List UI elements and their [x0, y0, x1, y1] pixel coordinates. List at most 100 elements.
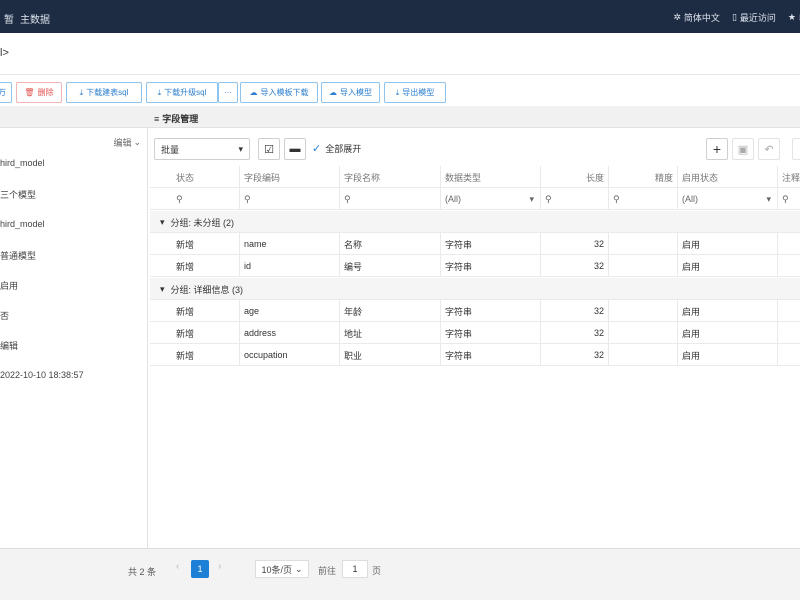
model-flag-value: 否 — [0, 311, 10, 321]
extra-button[interactable] — [792, 138, 800, 160]
filter-status[interactable]: ⚲ — [150, 188, 240, 210]
cell-comment[interactable] — [778, 233, 800, 255]
goto-page-input[interactable]: 1 — [342, 560, 368, 578]
filter-type[interactable]: (All) ▾ — [441, 188, 541, 210]
model-code-value: hird_model — [0, 158, 45, 168]
download-upgrade-sql-label: 下载升级sql — [164, 88, 207, 97]
cell-type[interactable]: 字符串 — [441, 344, 541, 366]
filter-name[interactable]: ⚲ — [340, 188, 441, 210]
header-status[interactable]: 状态 — [150, 166, 240, 188]
cell-code[interactable]: address — [240, 322, 340, 344]
cell-comment[interactable] — [778, 322, 800, 344]
table-row[interactable]: 新增 age 年龄 字符串 32 启用 — [150, 300, 800, 322]
cell-length[interactable]: 32 — [541, 300, 609, 322]
breadcrumb: l> — [0, 33, 800, 75]
cell-type[interactable]: 字符串 — [441, 300, 541, 322]
cell-enabled[interactable]: 启用 — [678, 344, 778, 366]
download-table-sql-button[interactable]: ⤓ 下载建表sql — [66, 82, 142, 103]
cell-code[interactable]: age — [240, 300, 340, 322]
recent-visits[interactable]: ▯ 最近访问 — [732, 11, 776, 24]
open-folder-button[interactable]: ▬ — [284, 138, 306, 160]
grid-toolbar: 批量 ▾ ☑ ▬ ✓ 全部展开 + ▣ ↶ — [150, 136, 800, 162]
add-row-button[interactable]: + — [706, 138, 728, 160]
prev-page-icon[interactable]: ‹ — [176, 561, 179, 572]
group-row[interactable]: ▾ 分组: 详细信息 (3) — [150, 278, 800, 300]
breadcrumb-text: l> — [0, 47, 9, 59]
import-model-label: 导入模型 — [340, 88, 372, 97]
cell-precision[interactable] — [609, 233, 678, 255]
cell-comment[interactable] — [778, 255, 800, 277]
filter-precision[interactable]: ⚲ — [609, 188, 678, 210]
language-switch[interactable]: ✲ 简体中文 — [673, 11, 720, 24]
cell-length[interactable]: 32 — [541, 233, 609, 255]
undo-button[interactable]: ↶ — [758, 138, 780, 160]
filter-enabled[interactable]: (All) ▾ — [678, 188, 778, 210]
header-precision[interactable]: 精度 — [609, 166, 678, 188]
import-template-download-button[interactable]: ☁ 导入模板下载 — [240, 82, 318, 103]
download-upgrade-sql-button[interactable]: ⤓ 下载升级sql — [146, 82, 218, 103]
model-time-value: 2022-10-10 18:38:57 — [0, 370, 84, 380]
more-button[interactable]: ··· — [218, 82, 238, 103]
brand[interactable]: 暂 主数据 — [4, 11, 50, 26]
open-button[interactable]: 万 — [0, 82, 12, 103]
edit-toggle[interactable]: 编辑 ⌄ — [113, 136, 141, 149]
filter-length[interactable]: ⚲ — [541, 188, 609, 210]
cell-precision[interactable] — [609, 344, 678, 366]
cell-precision[interactable] — [609, 322, 678, 344]
header-code[interactable]: 字段编码 — [240, 166, 340, 188]
cell-type[interactable]: 字符串 — [441, 233, 541, 255]
cell-name[interactable]: 名称 — [340, 233, 441, 255]
expand-all-toggle[interactable]: ✓ 全部展开 — [312, 142, 361, 155]
panel-title-text: 字段管理 — [162, 114, 199, 124]
delete-button[interactable]: 🗑 删除 — [16, 82, 62, 103]
cell-precision[interactable] — [609, 255, 678, 277]
filter-code[interactable]: ⚲ — [240, 188, 340, 210]
header-length[interactable]: 长度 — [541, 166, 609, 188]
table-row[interactable]: 新增 address 地址 字符串 32 启用 — [150, 322, 800, 344]
table-row[interactable]: 新增 id 编号 字符串 32 启用 — [150, 255, 800, 277]
table-row[interactable]: 新增 occupation 职业 字符串 32 启用 — [150, 344, 800, 366]
header-enabled[interactable]: 启用状态 — [678, 166, 778, 188]
search-icon: ⚲ — [545, 193, 552, 204]
brand-short: 暂 — [4, 15, 14, 26]
checklist-button[interactable]: ☑ — [258, 138, 280, 160]
cell-enabled[interactable]: 启用 — [678, 300, 778, 322]
header-name[interactable]: 字段名称 — [340, 166, 441, 188]
cell-comment[interactable] — [778, 344, 800, 366]
cell-type[interactable]: 字符串 — [441, 255, 541, 277]
favorites[interactable]: ★ 收 — [788, 11, 800, 24]
cell-length[interactable]: 32 — [541, 322, 609, 344]
document-icon: ▯ — [731, 12, 737, 22]
cell-precision[interactable] — [609, 300, 678, 322]
import-model-button[interactable]: ☁ 导入模型 — [321, 82, 380, 103]
cell-type[interactable]: 字符串 — [441, 322, 541, 344]
cell-name[interactable]: 年龄 — [340, 300, 441, 322]
table-row[interactable]: 新增 name 名称 字符串 32 启用 — [150, 233, 800, 255]
cell-length[interactable]: 32 — [541, 255, 609, 277]
search-icon: ⚲ — [344, 193, 351, 204]
page-size-select[interactable]: 10条/页 ⌄ — [255, 560, 309, 578]
cell-name[interactable]: 地址 — [340, 322, 441, 344]
page-number-current[interactable]: 1 — [191, 560, 209, 578]
cell-enabled[interactable]: 启用 — [678, 255, 778, 277]
cell-comment[interactable] — [778, 300, 800, 322]
cell-enabled[interactable]: 启用 — [678, 233, 778, 255]
filter-comment[interactable]: ⚲ — [778, 188, 800, 210]
recent-label: 最近访问 — [739, 13, 776, 23]
cell-name[interactable]: 职业 — [340, 344, 441, 366]
header-comment[interactable]: 注释 — [778, 166, 800, 188]
next-page-icon[interactable]: › — [218, 561, 221, 572]
save-button[interactable]: ▣ — [732, 138, 754, 160]
cell-code[interactable]: id — [240, 255, 340, 277]
search-icon: ⚲ — [244, 193, 251, 204]
cell-length[interactable]: 32 — [541, 344, 609, 366]
batch-select[interactable]: 批量 ▾ — [154, 138, 250, 160]
cell-enabled[interactable]: 启用 — [678, 322, 778, 344]
cell-code[interactable]: occupation — [240, 344, 340, 366]
group-row[interactable]: ▾ 分组: 未分组 (2) — [150, 211, 800, 233]
caret-down-icon: ▾ — [160, 216, 165, 227]
export-model-button[interactable]: ⤓ 导出模型 — [384, 82, 446, 103]
cell-code[interactable]: name — [240, 233, 340, 255]
header-type[interactable]: 数据类型 — [441, 166, 541, 188]
cell-name[interactable]: 编号 — [340, 255, 441, 277]
